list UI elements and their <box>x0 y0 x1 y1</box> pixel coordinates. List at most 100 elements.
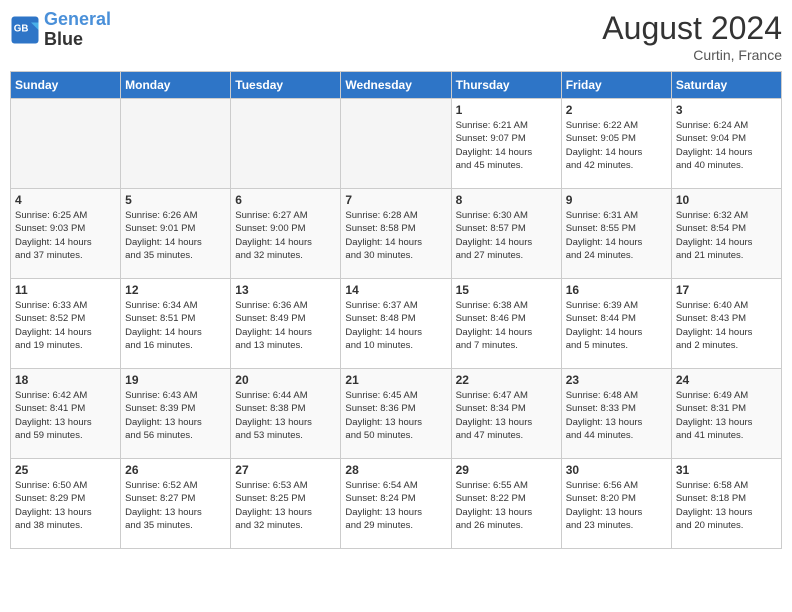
calendar-cell: 15 Sunrise: 6:38 AM Sunset: 8:46 PM Dayli… <box>451 279 561 369</box>
day-info: Sunrise: 6:27 AM Sunset: 9:00 PM Dayligh… <box>235 209 336 262</box>
day-info: Sunrise: 6:56 AM Sunset: 8:20 PM Dayligh… <box>566 479 667 532</box>
day-number: 6 <box>235 193 336 207</box>
calendar-cell <box>121 99 231 189</box>
day-info: Sunrise: 6:53 AM Sunset: 8:25 PM Dayligh… <box>235 479 336 532</box>
day-number: 29 <box>456 463 557 477</box>
day-number: 9 <box>566 193 667 207</box>
day-number: 25 <box>15 463 116 477</box>
day-number: 30 <box>566 463 667 477</box>
calendar-cell: 27 Sunrise: 6:53 AM Sunset: 8:25 PM Dayli… <box>231 459 341 549</box>
day-number: 3 <box>676 103 777 117</box>
calendar-cell: 4 Sunrise: 6:25 AM Sunset: 9:03 PM Daylig… <box>11 189 121 279</box>
day-info: Sunrise: 6:33 AM Sunset: 8:52 PM Dayligh… <box>15 299 116 352</box>
calendar-cell: 5 Sunrise: 6:26 AM Sunset: 9:01 PM Daylig… <box>121 189 231 279</box>
logo-general: General <box>44 9 111 29</box>
calendar-cell: 9 Sunrise: 6:31 AM Sunset: 8:55 PM Daylig… <box>561 189 671 279</box>
location-subtitle: Curtin, France <box>602 47 782 63</box>
header-saturday: Saturday <box>671 72 781 99</box>
calendar-cell: 7 Sunrise: 6:28 AM Sunset: 8:58 PM Daylig… <box>341 189 451 279</box>
calendar-cell <box>11 99 121 189</box>
calendar-cell: 2 Sunrise: 6:22 AM Sunset: 9:05 PM Daylig… <box>561 99 671 189</box>
calendar-cell: 12Sunrise: 6:34 AM Sunset: 8:51 PM Dayli… <box>121 279 231 369</box>
calendar-cell: 14Sunrise: 6:37 AM Sunset: 8:48 PM Dayli… <box>341 279 451 369</box>
day-info: Sunrise: 6:26 AM Sunset: 9:01 PM Dayligh… <box>125 209 226 262</box>
day-info: Sunrise: 6:38 AM Sunset: 8:46 PM Dayligh… <box>456 299 557 352</box>
logo-blue: Blue <box>44 29 83 49</box>
day-info: Sunrise: 6:21 AM Sunset: 9:07 PM Dayligh… <box>456 119 557 172</box>
month-year-title: August 2024 <box>602 10 782 47</box>
calendar-cell: 11 Sunrise: 6:33 AM Sunset: 8:52 PM Dayli… <box>11 279 121 369</box>
day-number: 2 <box>566 103 667 117</box>
calendar-table: SundayMondayTuesdayWednesdayThursdayFrid… <box>10 71 782 549</box>
calendar-week-1: 1Sunrise: 6:21 AM Sunset: 9:07 PM Daylig… <box>11 99 782 189</box>
calendar-cell: 23Sunrise: 6:48 AM Sunset: 8:33 PM Dayli… <box>561 369 671 459</box>
calendar-cell: 22Sunrise: 6:47 AM Sunset: 8:34 PM Dayli… <box>451 369 561 459</box>
day-number: 7 <box>345 193 446 207</box>
day-info: Sunrise: 6:22 AM Sunset: 9:05 PM Dayligh… <box>566 119 667 172</box>
day-number: 13 <box>235 283 336 297</box>
calendar-week-3: 11 Sunrise: 6:33 AM Sunset: 8:52 PM Dayli… <box>11 279 782 369</box>
logo-icon: GB <box>10 15 40 45</box>
calendar-cell: 16 Sunrise: 6:39 AM Sunset: 8:44 PM Dayli… <box>561 279 671 369</box>
day-info: Sunrise: 6:43 AM Sunset: 8:39 PM Dayligh… <box>125 389 226 442</box>
day-number: 24 <box>676 373 777 387</box>
day-info: Sunrise: 6:24 AM Sunset: 9:04 PM Dayligh… <box>676 119 777 172</box>
calendar-cell: 10 Sunrise: 6:32 AM Sunset: 8:54 PM Dayli… <box>671 189 781 279</box>
calendar-cell: 25 Sunrise: 6:50 AM Sunset: 8:29 PM Dayli… <box>11 459 121 549</box>
calendar-cell <box>231 99 341 189</box>
day-number: 28 <box>345 463 446 477</box>
calendar-header-row: SundayMondayTuesdayWednesdayThursdayFrid… <box>11 72 782 99</box>
calendar-cell: 8 Sunrise: 6:30 AM Sunset: 8:57 PM Daylig… <box>451 189 561 279</box>
day-info: Sunrise: 6:44 AM Sunset: 8:38 PM Dayligh… <box>235 389 336 442</box>
day-number: 31 <box>676 463 777 477</box>
day-info: Sunrise: 6:48 AM Sunset: 8:33 PM Dayligh… <box>566 389 667 442</box>
day-number: 27 <box>235 463 336 477</box>
calendar-cell: 29 Sunrise: 6:55 AM Sunset: 8:22 PM Dayli… <box>451 459 561 549</box>
calendar-cell: 17 Sunrise: 6:40 AM Sunset: 8:43 PM Dayli… <box>671 279 781 369</box>
header-wednesday: Wednesday <box>341 72 451 99</box>
day-info: Sunrise: 6:55 AM Sunset: 8:22 PM Dayligh… <box>456 479 557 532</box>
day-info: Sunrise: 6:50 AM Sunset: 8:29 PM Dayligh… <box>15 479 116 532</box>
day-info: Sunrise: 6:28 AM Sunset: 8:58 PM Dayligh… <box>345 209 446 262</box>
calendar-cell: 21Sunrise: 6:45 AM Sunset: 8:36 PM Dayli… <box>341 369 451 459</box>
header-monday: Monday <box>121 72 231 99</box>
day-number: 14 <box>345 283 446 297</box>
header-friday: Friday <box>561 72 671 99</box>
calendar-cell <box>341 99 451 189</box>
calendar-cell: 13Sunrise: 6:36 AM Sunset: 8:49 PM Dayli… <box>231 279 341 369</box>
day-number: 10 <box>676 193 777 207</box>
day-number: 15 <box>456 283 557 297</box>
day-info: Sunrise: 6:49 AM Sunset: 8:31 PM Dayligh… <box>676 389 777 442</box>
calendar-cell: 31Sunrise: 6:58 AM Sunset: 8:18 PM Dayli… <box>671 459 781 549</box>
day-number: 8 <box>456 193 557 207</box>
day-number: 5 <box>125 193 226 207</box>
day-number: 17 <box>676 283 777 297</box>
day-info: Sunrise: 6:39 AM Sunset: 8:44 PM Dayligh… <box>566 299 667 352</box>
day-info: Sunrise: 6:40 AM Sunset: 8:43 PM Dayligh… <box>676 299 777 352</box>
calendar-cell: 3 Sunrise: 6:24 AM Sunset: 9:04 PM Daylig… <box>671 99 781 189</box>
header-sunday: Sunday <box>11 72 121 99</box>
day-number: 18 <box>15 373 116 387</box>
logo-text: General Blue <box>44 10 111 50</box>
calendar-cell: 30 Sunrise: 6:56 AM Sunset: 8:20 PM Dayli… <box>561 459 671 549</box>
day-info: Sunrise: 6:30 AM Sunset: 8:57 PM Dayligh… <box>456 209 557 262</box>
calendar-cell: 20Sunrise: 6:44 AM Sunset: 8:38 PM Dayli… <box>231 369 341 459</box>
day-info: Sunrise: 6:34 AM Sunset: 8:51 PM Dayligh… <box>125 299 226 352</box>
day-number: 11 <box>15 283 116 297</box>
day-info: Sunrise: 6:42 AM Sunset: 8:41 PM Dayligh… <box>15 389 116 442</box>
calendar-cell: 19Sunrise: 6:43 AM Sunset: 8:39 PM Dayli… <box>121 369 231 459</box>
day-info: Sunrise: 6:47 AM Sunset: 8:34 PM Dayligh… <box>456 389 557 442</box>
day-number: 4 <box>15 193 116 207</box>
calendar-week-4: 18 Sunrise: 6:42 AM Sunset: 8:41 PM Dayli… <box>11 369 782 459</box>
day-info: Sunrise: 6:54 AM Sunset: 8:24 PM Dayligh… <box>345 479 446 532</box>
page-header: GB General Blue August 2024 Curtin, Fran… <box>10 10 782 63</box>
day-info: Sunrise: 6:31 AM Sunset: 8:55 PM Dayligh… <box>566 209 667 262</box>
calendar-cell: 24 Sunrise: 6:49 AM Sunset: 8:31 PM Dayli… <box>671 369 781 459</box>
logo: GB General Blue <box>10 10 111 50</box>
day-number: 16 <box>566 283 667 297</box>
header-thursday: Thursday <box>451 72 561 99</box>
day-info: Sunrise: 6:32 AM Sunset: 8:54 PM Dayligh… <box>676 209 777 262</box>
header-tuesday: Tuesday <box>231 72 341 99</box>
calendar-cell: 6 Sunrise: 6:27 AM Sunset: 9:00 PM Daylig… <box>231 189 341 279</box>
day-info: Sunrise: 6:25 AM Sunset: 9:03 PM Dayligh… <box>15 209 116 262</box>
